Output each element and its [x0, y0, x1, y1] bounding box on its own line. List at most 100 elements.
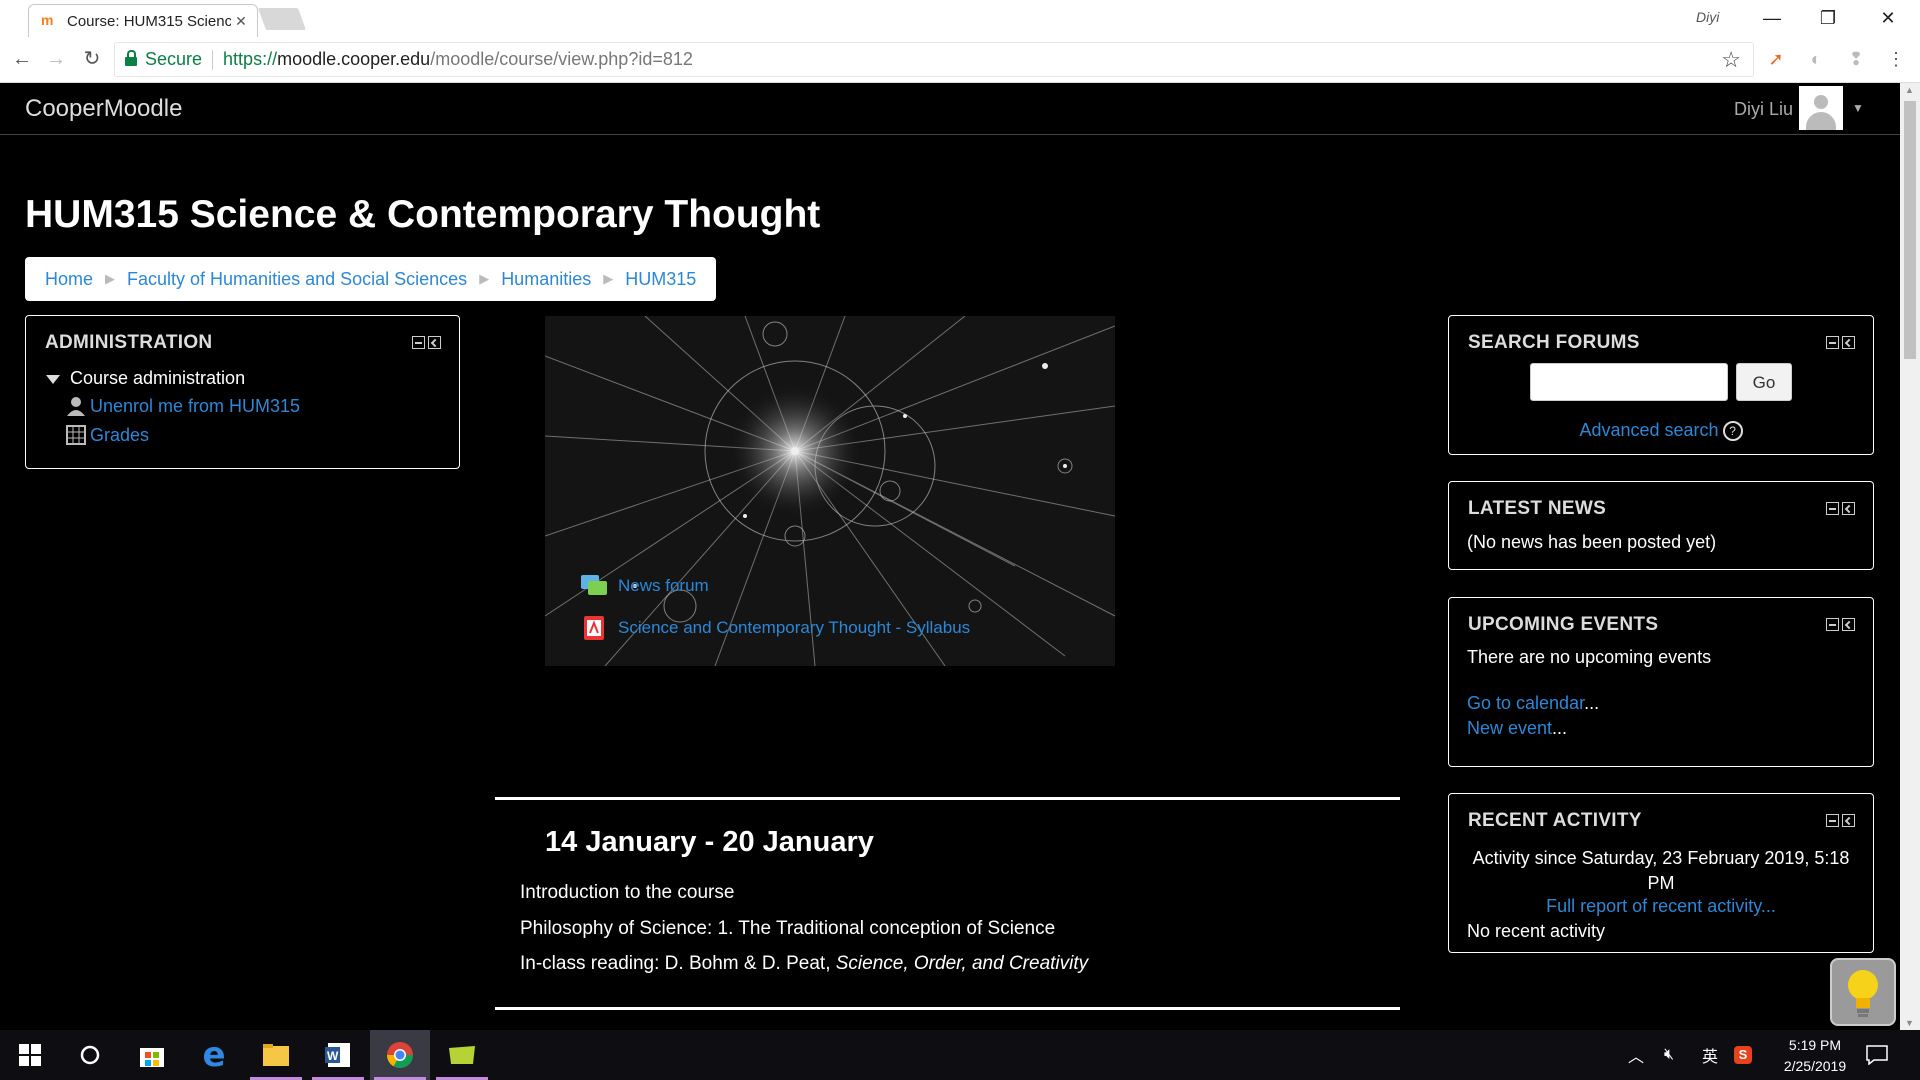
news-empty-text: (No news has been posted yet) [1467, 532, 1717, 552]
chrome-icon [386, 1042, 414, 1069]
bookmark-star-icon[interactable]: ☆ [1721, 47, 1741, 73]
full-report-link[interactable]: Full report of recent activity... [1546, 896, 1776, 916]
dock-block-icon[interactable] [428, 336, 441, 349]
search-forums-input[interactable] [1530, 363, 1728, 401]
close-window-icon[interactable]: ✕ [1860, 2, 1916, 34]
profile-name[interactable]: Diyi [1696, 9, 1719, 25]
minimize-icon[interactable]: — [1744, 2, 1800, 34]
restore-icon[interactable]: ❐ [1800, 2, 1856, 34]
url-scheme: https:// [223, 49, 278, 69]
upcoming-events-block: UPCOMING EVENTS There are no upcoming ev… [1448, 597, 1874, 767]
taskbar-file-explorer[interactable] [246, 1030, 306, 1080]
breadcrumb-home[interactable]: Home [45, 269, 93, 290]
page-scrollbar[interactable]: ▲ ▼ [1900, 83, 1920, 1030]
site-brand[interactable]: CooperMoodle [25, 95, 182, 123]
administration-block: ADMINISTRATION Course administration Une… [25, 315, 460, 469]
dock-block-icon[interactable] [1842, 336, 1855, 349]
scroll-down-icon[interactable]: ▼ [1905, 1018, 1914, 1028]
lightbulb-icon [1848, 970, 1878, 1017]
url-path: /moodle/course/view.php?id=812 [430, 49, 693, 69]
tab-close-icon[interactable]: ✕ [231, 13, 251, 30]
new-event-link[interactable]: New event [1467, 718, 1552, 738]
breadcrumb-department[interactable]: Humanities [501, 269, 591, 290]
section-line: Introduction to the course [520, 882, 735, 903]
pdf-icon [584, 616, 604, 640]
hide-block-icon[interactable] [1826, 618, 1839, 631]
extension-icon[interactable]: ➚ [1762, 45, 1790, 73]
breadcrumb-course[interactable]: HUM315 [625, 269, 696, 290]
cortana-button[interactable] [60, 1030, 120, 1080]
url-host: moodle.cooper.edu [277, 49, 431, 69]
recent-activity-block: RECENT ACTIVITY Activity since Saturday,… [1448, 793, 1874, 953]
tab-title: Course: HUM315 Science [67, 12, 231, 30]
dock-block-icon[interactable] [1842, 814, 1855, 827]
syllabus-activity[interactable]: Science and Contemporary Thought - Sylla… [580, 615, 970, 641]
windows-taskbar: e W ︿ 🔇︎ 英 S 5:19 PM 2/25/2019 [0, 1030, 1920, 1080]
browser-toolbar: ← → ↻ Secure https://moodle.cooper.edu/m… [0, 37, 1920, 83]
unenrol-link[interactable]: Unenrol me from HUM315 [66, 396, 300, 417]
advanced-search-link[interactable]: Advanced search [1579, 420, 1718, 440]
back-icon[interactable]: ← [8, 45, 36, 73]
expand-triangle-icon [46, 374, 60, 384]
go-to-calendar-link[interactable]: Go to calendar [1467, 693, 1584, 713]
hide-block-icon[interactable] [1826, 336, 1839, 349]
address-bar[interactable]: Secure https://moodle.cooper.edu/moodle/… [114, 42, 1754, 77]
notes-app-icon [449, 1046, 475, 1064]
word-icon: W [325, 1043, 350, 1067]
menu-icon[interactable]: ⋮ [1882, 45, 1910, 73]
taskbar-app[interactable] [432, 1030, 492, 1080]
particle-collision-image [545, 316, 1115, 666]
block-title: RECENT ACTIVITY [1468, 810, 1642, 831]
lightbulb-helper-button[interactable] [1830, 958, 1896, 1026]
help-icon[interactable]: ? [1722, 421, 1743, 442]
moodle-favicon-icon: m [41, 12, 54, 28]
taskbar-edge[interactable]: e [184, 1030, 244, 1080]
go-button[interactable]: Go [1736, 363, 1792, 401]
volume-muted-icon[interactable]: 🔇︎ [1664, 1030, 1674, 1080]
scrollbar-thumb[interactable] [1904, 101, 1916, 359]
browser-tab[interactable]: m Course: HUM315 Science ✕ [28, 4, 258, 37]
action-center-button[interactable] [1866, 1030, 1888, 1080]
browser-tabstrip: m Course: HUM315 Science ✕ Diyi — ❐ ✕ [0, 0, 1920, 37]
dock-block-icon[interactable] [1842, 502, 1855, 515]
search-circle-icon [80, 1045, 100, 1065]
section-divider [495, 797, 1400, 800]
extension-icon[interactable]: ❢ [1842, 45, 1870, 73]
course-admin-node[interactable]: Course administration [46, 368, 245, 389]
new-tab-button[interactable] [257, 8, 307, 30]
ime-indicator[interactable]: 英 [1702, 1030, 1718, 1080]
news-forum-activity[interactable]: News forum [580, 573, 709, 599]
user-menu-caret-icon[interactable]: ▼ [1852, 101, 1864, 115]
activity-since-text: Activity since Saturday, 23 February 201… [1472, 848, 1850, 893]
taskbar-clock[interactable]: 5:19 PM 2/25/2019 [1765, 1035, 1865, 1077]
hide-block-icon[interactable] [412, 336, 425, 349]
taskbar-store[interactable] [122, 1030, 182, 1080]
block-title: ADMINISTRATION [45, 332, 213, 353]
hide-block-icon[interactable] [1826, 502, 1839, 515]
breadcrumb-faculty[interactable]: Faculty of Humanities and Social Science… [127, 269, 467, 290]
lock-icon [125, 49, 137, 66]
user-name[interactable]: Diyi Liu [1734, 99, 1793, 120]
grades-link[interactable]: Grades [66, 425, 149, 446]
grades-table-icon [66, 425, 86, 445]
forward-icon[interactable]: → [42, 45, 70, 73]
avatar[interactable] [1799, 86, 1843, 130]
breadcrumb-separator-icon: ▶ [105, 271, 116, 286]
taskbar-chrome[interactable] [370, 1030, 430, 1080]
page: CooperMoodle Diyi Liu ▼ HUM315 Science &… [0, 83, 1900, 1030]
block-title: LATEST NEWS [1468, 498, 1607, 519]
extension-icon[interactable]: ◐ [1802, 45, 1830, 73]
site-navbar: CooperMoodle Diyi Liu ▼ [0, 83, 1900, 135]
reload-icon[interactable]: ↻ [78, 45, 106, 73]
events-empty-text: There are no upcoming events [1467, 647, 1712, 667]
taskbar-word[interactable]: W [308, 1030, 368, 1080]
scroll-up-icon[interactable]: ▲ [1905, 85, 1914, 95]
sogou-input-icon[interactable]: S [1734, 1030, 1752, 1080]
course-banner-image [545, 316, 1115, 666]
svg-text:W: W [327, 1049, 339, 1063]
show-hidden-icons[interactable]: ︿ [1628, 1030, 1644, 1080]
hide-block-icon[interactable] [1826, 814, 1839, 827]
start-button[interactable] [0, 1030, 60, 1080]
folder-icon [263, 1044, 289, 1066]
dock-block-icon[interactable] [1842, 618, 1855, 631]
